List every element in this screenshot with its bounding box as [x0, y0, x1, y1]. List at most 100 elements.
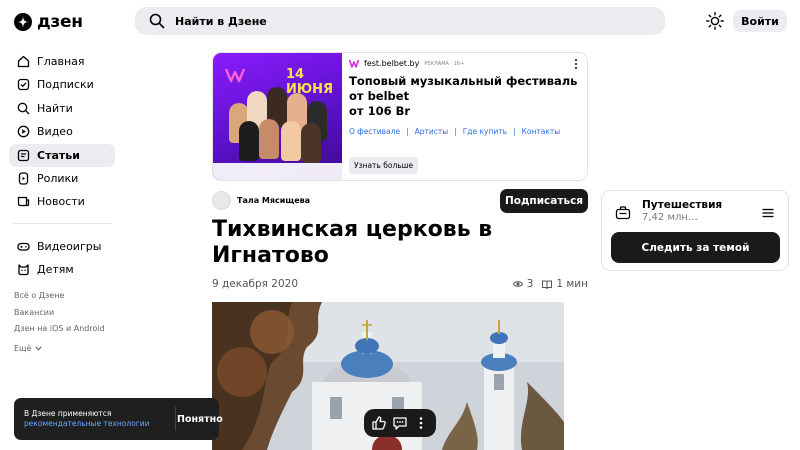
- fest-logo-icon: [225, 68, 245, 83]
- sidebar-item-label: Ролики: [37, 171, 79, 185]
- login-button[interactable]: Войти: [733, 10, 787, 32]
- footer-link-about[interactable]: Всё о Дзене: [14, 291, 105, 308]
- sidebar-item-video[interactable]: Видео: [9, 120, 115, 143]
- cookie-banner: В Дзене применяются рекомендательные тех…: [14, 398, 223, 440]
- sidebar-item-label: Новости: [37, 195, 85, 209]
- sidebar-item-news[interactable]: Новости: [9, 190, 115, 213]
- ad-title[interactable]: Топовый музыкальный фестиваль от belbet …: [349, 74, 581, 119]
- read-time: 1 мин: [556, 278, 588, 290]
- book-icon: [542, 280, 553, 289]
- chevron-down-icon: [34, 346, 42, 351]
- sidebar-footer: Всё о Дзене Вакансии Дзен на iOS и Andro…: [14, 291, 105, 357]
- like-button[interactable]: [371, 415, 387, 431]
- cookie-accept-button[interactable]: Понятно: [177, 411, 223, 427]
- sidebar-item-label: Статьи: [37, 148, 80, 162]
- cookie-text: В Дзене применяются рекомендательные тех…: [24, 409, 166, 429]
- artist-figure: [239, 121, 259, 161]
- cookie-link[interactable]: рекомендательные технологии: [24, 419, 166, 429]
- topic-name: Путешествия: [642, 199, 723, 211]
- artist-figure: [301, 123, 321, 163]
- author-name: Тала Мясищева: [237, 196, 311, 205]
- search-input[interactable]: [175, 14, 595, 28]
- subscribe-button[interactable]: Подписаться: [500, 189, 588, 213]
- article-title: Тихвинская церковь в Игнатово: [212, 217, 493, 268]
- news-icon: [17, 197, 30, 207]
- logo[interactable]: дзен: [14, 12, 83, 32]
- footer-link-jobs[interactable]: Вакансии: [14, 308, 105, 325]
- author[interactable]: Тала Мясищева: [212, 191, 310, 210]
- footer-link-apps[interactable]: Дзен на iOS и Android: [14, 324, 105, 341]
- sidebar-item-label: Видеоигры: [37, 239, 102, 253]
- header: дзен Войти: [0, 0, 800, 42]
- zen-logo-icon: [14, 13, 32, 31]
- subscriptions-icon: [17, 79, 30, 91]
- article-stats: 3 1 мин: [512, 278, 588, 290]
- topic-count: 7,42 млн…: [642, 212, 698, 223]
- artist-figure: [259, 119, 279, 159]
- comment-icon: [393, 417, 407, 430]
- sidebar-item-articles[interactable]: Статьи: [9, 143, 115, 167]
- sidebar-item-label: Детям: [37, 263, 74, 277]
- more-vertical-icon: [420, 417, 423, 429]
- more-vertical-icon[interactable]: [572, 57, 580, 71]
- sun-icon[interactable]: [706, 12, 724, 30]
- ad-link-separator: |: [513, 127, 516, 136]
- ad-source: fest.belbet.by РЕКЛАМА · 16+: [349, 59, 581, 68]
- shorts-icon: [18, 172, 29, 185]
- footer-link-more[interactable]: Ещё: [14, 341, 105, 358]
- ad-link-where-to-buy[interactable]: Где купить: [463, 127, 507, 136]
- eye-icon: [512, 281, 523, 287]
- gamepad-icon: [17, 242, 30, 251]
- video-icon: [17, 125, 30, 138]
- ad-link-artists[interactable]: Артисты: [415, 127, 449, 136]
- ad-title-text: Топовый музыкальный фестиваль от belbet: [349, 74, 578, 103]
- ad-links: О фестивале | Артисты | Где купить | Кон…: [349, 127, 581, 136]
- artist-figure: [281, 121, 301, 161]
- ad-price: от 106 Br: [349, 104, 411, 118]
- footer-more-label: Ещё: [14, 344, 32, 354]
- ad-learn-more-button[interactable]: Узнать больше: [349, 157, 419, 174]
- sidebar-item-label: Найти: [37, 101, 73, 115]
- thumbs-up-icon: [372, 416, 386, 430]
- sidebar-item-videogames[interactable]: Видеоигры: [9, 235, 115, 258]
- cookie-message: В Дзене применяются: [24, 409, 112, 418]
- ad-link-contacts[interactable]: Контакты: [522, 127, 561, 136]
- search-icon: [17, 102, 30, 115]
- ad-body: fest.belbet.by РЕКЛАМА · 16+ Топовый муз…: [349, 59, 581, 136]
- suitcase-icon: [615, 206, 631, 220]
- follow-topic-button[interactable]: Следить за темой: [611, 232, 780, 263]
- views-count: 3: [526, 278, 534, 290]
- ad-card[interactable]: 14 ИЮНЯ fest.belbet.by РЕКЛАМА · 16+ Топ…: [212, 52, 588, 181]
- ad-image-sponsors: [213, 163, 342, 180]
- sidebar-item-kids[interactable]: Детям: [9, 258, 115, 281]
- more-button[interactable]: [413, 415, 429, 431]
- article-date: 9 декабря 2020: [212, 278, 299, 290]
- search-icon: [149, 13, 165, 29]
- sidebar: Главная Подписки Найти Видео Статьи Роли…: [9, 50, 115, 282]
- sidebar-divider: [13, 214, 111, 224]
- belbet-logo-icon: [349, 59, 359, 68]
- ad-link-separator: |: [454, 127, 457, 136]
- sidebar-item-subscriptions[interactable]: Подписки: [9, 73, 115, 96]
- kids-icon: [18, 264, 29, 276]
- cookie-divider: [175, 407, 176, 431]
- sidebar-item-search[interactable]: Найти: [9, 97, 115, 120]
- sidebar-item-label: Подписки: [37, 78, 94, 92]
- topic-card: Путешествия 7,42 млн… Следить за темой: [601, 190, 789, 271]
- search-bar[interactable]: [135, 7, 665, 35]
- avatar: [212, 191, 231, 210]
- articles-icon: [17, 149, 30, 161]
- reactions-bar: [364, 409, 436, 437]
- sidebar-item-home[interactable]: Главная: [9, 50, 115, 73]
- ad-image: 14 ИЮНЯ: [213, 53, 342, 180]
- ad-link-festival[interactable]: О фестивале: [349, 127, 400, 136]
- ad-image-artists: [225, 85, 333, 163]
- menu-icon[interactable]: [762, 208, 774, 218]
- ad-link-separator: |: [406, 127, 409, 136]
- ad-label: РЕКЛАМА · 16+: [424, 60, 465, 67]
- ad-source-domain: fest.belbet.by: [364, 59, 420, 68]
- logo-text: дзен: [37, 12, 83, 32]
- home-icon: [17, 55, 30, 68]
- comment-button[interactable]: [392, 415, 408, 431]
- sidebar-item-shorts[interactable]: Ролики: [9, 167, 115, 190]
